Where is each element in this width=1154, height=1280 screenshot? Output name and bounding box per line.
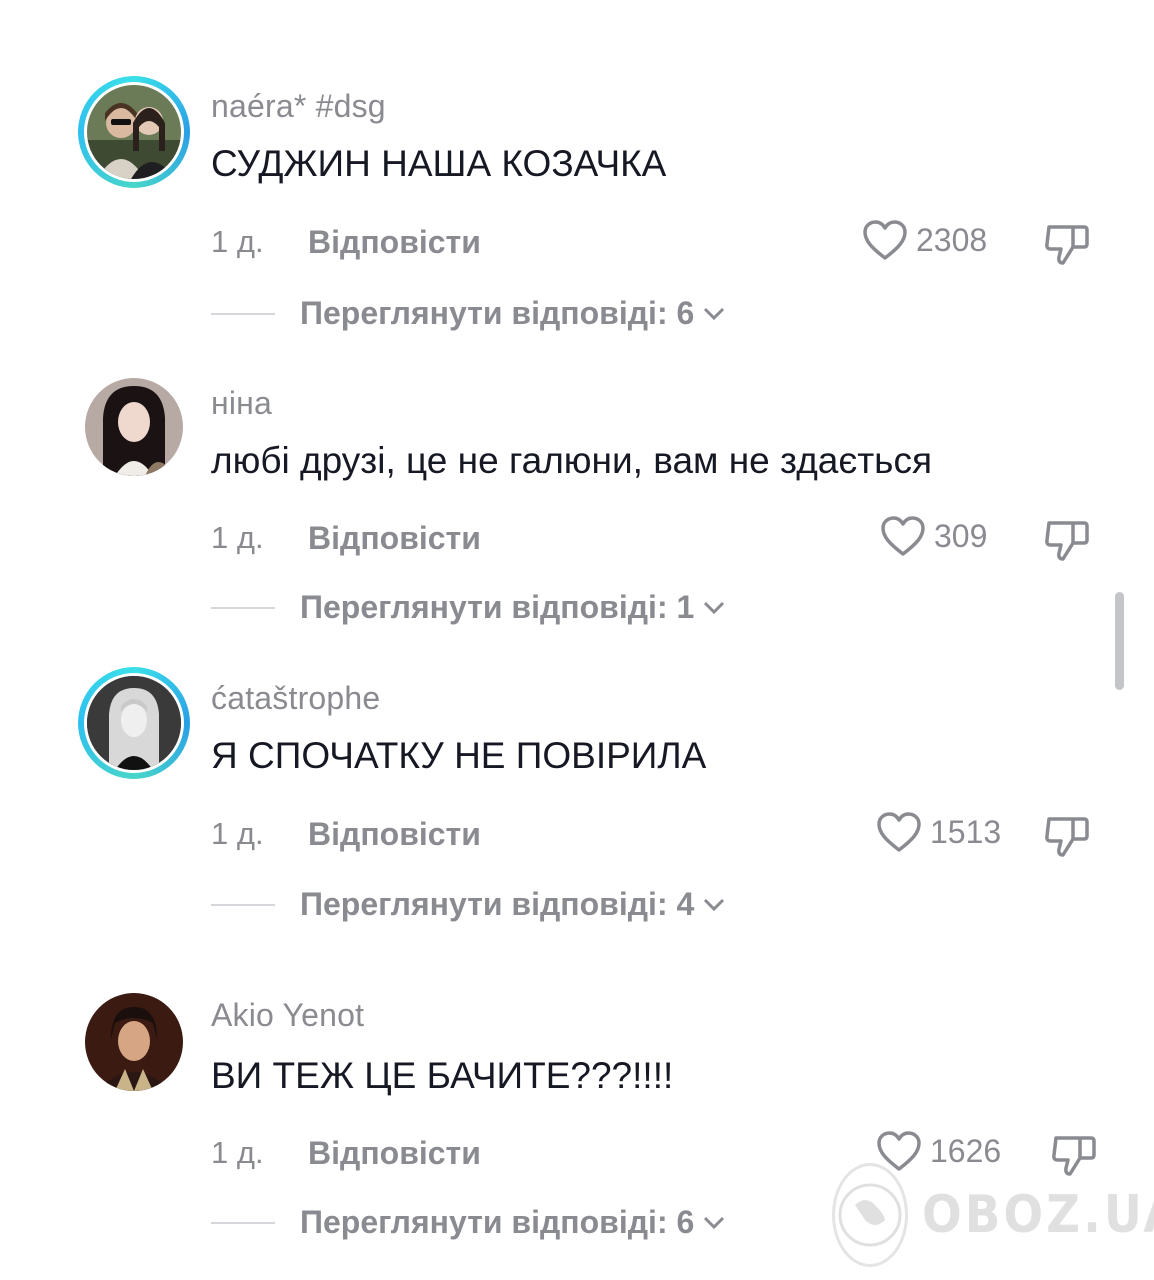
divider-line: [211, 1222, 275, 1224]
view-replies-button[interactable]: Переглянути відповіді: 6: [300, 1204, 726, 1241]
scrollbar[interactable]: [1115, 592, 1124, 690]
like-button[interactable]: 1513: [876, 811, 1001, 853]
avatar-wrapper[interactable]: [78, 371, 190, 483]
watermark: OBOZ.UA: [832, 1163, 1154, 1267]
comment-time: 1 д.: [211, 1135, 264, 1170]
heart-outline-icon[interactable]: [876, 811, 922, 853]
view-replies-label: Переглянути відповіді: 1: [300, 589, 695, 625]
comment-time: 1 д.: [211, 520, 264, 555]
comment-username[interactable]: ćataštrophe: [211, 680, 380, 717]
chevron-down-icon: [704, 307, 725, 320]
reply-button[interactable]: Відповісти: [308, 520, 481, 557]
view-replies-label: Переглянути відповіді: 4: [300, 886, 695, 922]
avatar[interactable]: [85, 993, 183, 1091]
view-replies-button[interactable]: Переглянути відповіді: 6: [300, 295, 726, 332]
like-button[interactable]: 309: [880, 515, 987, 557]
chevron-down-icon: [704, 1216, 725, 1229]
divider-line: [211, 904, 275, 906]
heart-outline-icon[interactable]: [880, 515, 926, 557]
like-count: 309: [934, 517, 988, 554]
view-replies-label: Переглянути відповіді: 6: [300, 295, 695, 331]
view-replies-button[interactable]: Переглянути відповіді: 1: [300, 589, 726, 626]
avatar-story-ring[interactable]: [78, 667, 190, 779]
avatar[interactable]: [85, 378, 183, 476]
view-replies-button[interactable]: Переглянути відповіді: 4: [300, 886, 726, 923]
comment-time: 1 д.: [211, 816, 264, 851]
comment-item: Akio Yenot ВИ ТЕЖ ЦЕ БАЧИТЕ???!!!! 1 д. …: [0, 0, 1154, 1240]
watermark-text: OBOZ.UA: [922, 1185, 1154, 1245]
chevron-down-icon: [704, 601, 725, 614]
avatar-wrapper[interactable]: [78, 986, 190, 1098]
comment-text: ВИ ТЕЖ ЦЕ БАЧИТЕ???!!!!: [211, 1055, 674, 1096]
comment-username[interactable]: Akio Yenot: [211, 997, 364, 1034]
view-replies-label: Переглянути відповіді: 6: [300, 1204, 695, 1240]
thumbs-down-icon[interactable]: [1043, 515, 1091, 563]
divider-line: [211, 607, 275, 609]
like-count: 1513: [930, 813, 1002, 850]
reply-button[interactable]: Відповісти: [308, 1135, 481, 1172]
globe-logo-icon: [832, 1163, 908, 1267]
chevron-down-icon: [704, 898, 725, 911]
comment-text: любі друзі, це не галюни, вам не здаєтьс…: [211, 440, 932, 481]
thumbs-down-icon[interactable]: [1043, 811, 1091, 859]
reply-button[interactable]: Відповісти: [308, 816, 481, 853]
comment-text: Я СПОЧАТКУ НЕ ПОВІРИЛА: [211, 735, 707, 776]
comment-username[interactable]: ніна: [211, 385, 272, 422]
avatar[interactable]: [87, 676, 181, 770]
divider-line: [211, 313, 275, 315]
